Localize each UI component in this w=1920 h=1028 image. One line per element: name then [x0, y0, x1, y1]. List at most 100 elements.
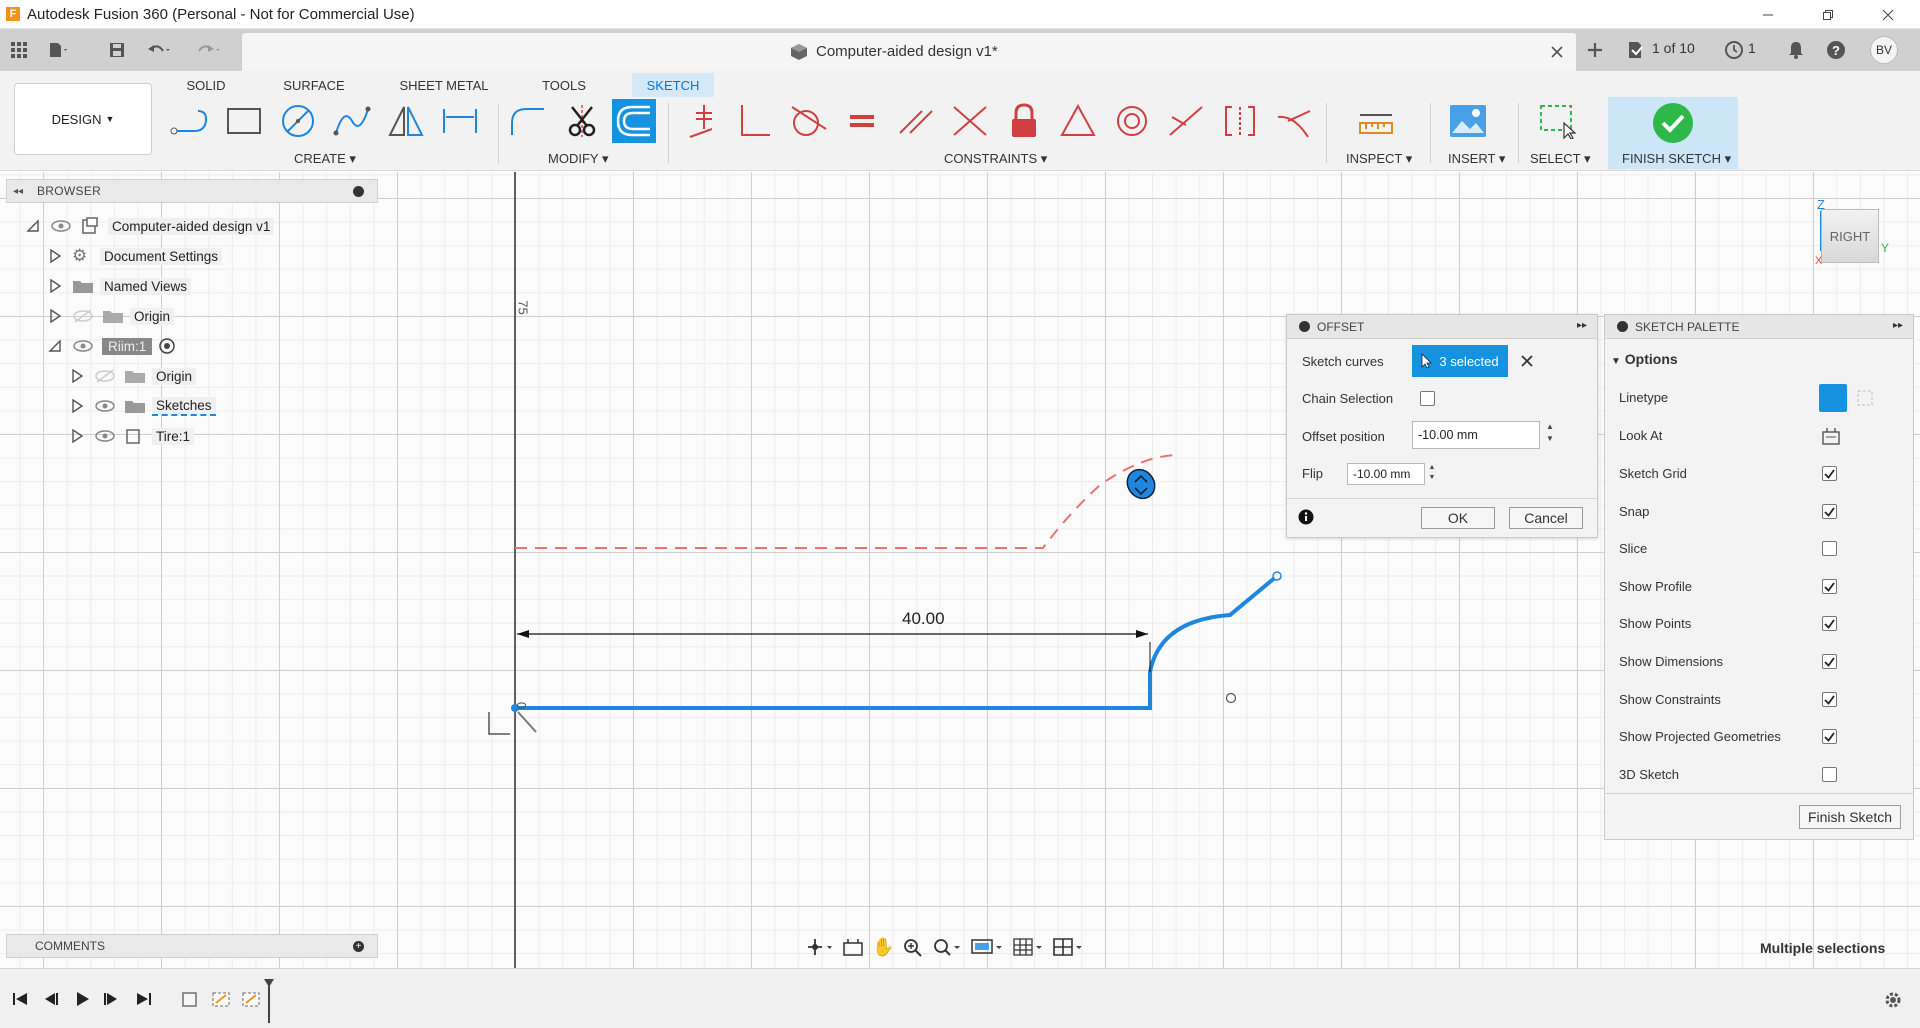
finish-sketch-button[interactable]: FINISH SKETCH ▾ [1608, 97, 1738, 169]
orbit-icon[interactable] [806, 937, 834, 957]
palette-option-checkbox[interactable] [1822, 466, 1837, 481]
palette-option-checkbox[interactable] [1822, 654, 1837, 669]
rectangle-tool-icon[interactable] [222, 99, 266, 143]
ok-button[interactable]: OK [1421, 507, 1495, 529]
go-to-end-icon[interactable] [136, 991, 152, 1007]
perpendicular-constraint-icon[interactable] [734, 99, 778, 143]
create-menu[interactable]: CREATE ▾ [294, 151, 356, 167]
step-back-icon[interactable] [42, 991, 58, 1007]
look-at-view-icon[interactable] [842, 937, 864, 957]
palette-option-checkbox[interactable] [1822, 541, 1837, 557]
eye-icon[interactable] [50, 218, 72, 234]
tab-solid[interactable]: SOLID [176, 73, 236, 97]
offset-stepper[interactable]: ▲ ▼ [1543, 421, 1557, 449]
equal-constraint-icon[interactable] [840, 99, 884, 143]
insert-image-icon[interactable] [1446, 99, 1490, 143]
line-tool-icon[interactable] [168, 99, 212, 143]
curvature-constraint-icon[interactable] [1272, 99, 1316, 143]
timeline-sketch-icon[interactable] [210, 989, 234, 1009]
look-at-icon[interactable] [1822, 427, 1840, 445]
zoom-icon[interactable] [902, 937, 924, 957]
hidden-eye-icon[interactable] [72, 308, 94, 324]
concentric-constraint-icon[interactable] [1110, 99, 1154, 143]
go-to-start-icon[interactable] [12, 991, 28, 1007]
dialog-minimize-icon[interactable] [1299, 321, 1310, 332]
circle-tool-icon[interactable] [276, 99, 320, 143]
tree-item-document-settings[interactable]: ⚙ Document Settings [20, 243, 380, 269]
offset-dialog-header[interactable]: OFFSET ▸▸ [1287, 315, 1597, 339]
tab-sheet-metal[interactable]: SHEET METAL [394, 73, 494, 97]
options-section-toggle[interactable]: ▼ Options [1611, 351, 1678, 367]
tree-item-root[interactable]: Computer-aided design v1 [20, 213, 380, 239]
browser-panel-header[interactable]: ◂◂ BROWSER [6, 179, 378, 203]
clear-selection-icon[interactable] [1521, 355, 1533, 367]
coincident-constraint-icon[interactable] [680, 99, 724, 143]
eye-icon[interactable] [72, 338, 94, 354]
mirror-tool-icon[interactable] [384, 99, 428, 143]
restore-button[interactable] [1800, 0, 1856, 29]
cancel-button[interactable]: Cancel [1509, 507, 1583, 529]
flip-stepper[interactable]: ▲ ▼ [1427, 463, 1437, 485]
fit-view-icon[interactable] [932, 937, 962, 957]
step-forward-icon[interactable] [104, 991, 120, 1007]
timeline-component-icon[interactable] [180, 989, 200, 1009]
tree-item-named-views[interactable]: Named Views [20, 273, 380, 299]
jobs-count[interactable]: 1 [1748, 40, 1756, 56]
close-window-button[interactable] [1860, 0, 1916, 29]
offset-tool-icon[interactable] [612, 99, 656, 143]
midpoint-constraint-icon[interactable] [948, 99, 992, 143]
help-icon[interactable]: ? [1826, 40, 1846, 60]
palette-option-checkbox[interactable] [1822, 691, 1837, 707]
expand-palette-icon[interactable]: ▸▸ [1893, 320, 1903, 331]
dimension-tool-icon[interactable] [438, 99, 482, 143]
construction-linetype-icon[interactable] [1819, 384, 1847, 412]
sketch-palette-header[interactable]: SKETCH PALETTE ▸▸ [1605, 315, 1913, 339]
symmetry-constraint-icon[interactable] [1056, 99, 1100, 143]
collapse-panel-icon[interactable]: ◂◂ [13, 186, 23, 197]
tree-item-origin[interactable]: Origin [20, 303, 380, 329]
document-tab[interactable]: Computer-aided design v1* [242, 33, 1576, 71]
viewcube-face-right[interactable]: RIGHT [1821, 209, 1879, 263]
parallel-constraint-icon[interactable] [894, 99, 938, 143]
browser-minimize-icon[interactable] [353, 186, 364, 197]
job-status-icon[interactable] [1626, 40, 1646, 60]
sketch-curves-selector[interactable]: 3 selected [1412, 345, 1508, 377]
palette-option-checkbox[interactable] [1822, 616, 1837, 632]
viewcube[interactable]: Z RIGHT Y X [1815, 197, 1915, 287]
insert-menu[interactable]: INSERT ▾ [1448, 151, 1505, 167]
collinear-constraint-icon[interactable] [1164, 99, 1208, 143]
tab-surface[interactable]: SURFACE [276, 73, 352, 97]
tangent-constraint-icon[interactable] [786, 99, 830, 143]
redo-icon[interactable] [196, 37, 222, 63]
tree-item-sketches[interactable]: Sketches [20, 393, 380, 419]
fix-constraint-icon[interactable] [1002, 99, 1046, 143]
modify-menu[interactable]: MODIFY ▾ [548, 151, 608, 167]
grid-settings-icon[interactable] [1012, 937, 1044, 957]
tree-item-tire[interactable]: Tire:1 [20, 423, 380, 449]
finish-sketch-palette-button[interactable]: Finish Sketch [1799, 805, 1901, 829]
viewports-icon[interactable] [1052, 937, 1084, 957]
palette-option-checkbox[interactable] [1822, 578, 1837, 594]
eye-icon[interactable] [94, 428, 116, 444]
palette-option-checkbox[interactable] [1822, 766, 1837, 782]
trim-tool-icon[interactable] [560, 99, 604, 143]
close-tab-icon[interactable] [1550, 45, 1564, 59]
activate-component-icon[interactable] [158, 337, 176, 355]
inspect-menu[interactable]: INSPECT ▾ [1346, 151, 1412, 167]
user-avatar[interactable]: BV [1870, 36, 1898, 64]
palette-minimize-icon[interactable] [1617, 321, 1628, 332]
workspace-switcher[interactable]: DESIGN ▼ [14, 83, 152, 155]
tab-sketch[interactable]: SKETCH [632, 73, 714, 97]
palette-option-checkbox[interactable] [1822, 503, 1837, 519]
dimension-value[interactable]: 40.00 [902, 609, 945, 629]
centerline-linetype-icon[interactable] [1857, 390, 1873, 406]
hidden-eye-icon[interactable] [94, 368, 116, 384]
eye-icon[interactable] [94, 398, 116, 414]
undo-icon[interactable] [146, 37, 172, 63]
offset-position-input[interactable]: -10.00 mm [1412, 421, 1540, 449]
fillet-tool-icon[interactable] [506, 99, 550, 143]
notification-bell-icon[interactable] [1786, 40, 1806, 60]
horizontal-vertical-constraint-icon[interactable] [1218, 99, 1262, 143]
pan-hand-icon[interactable]: ✋ [872, 937, 894, 958]
tab-tools[interactable]: TOOLS [534, 73, 594, 97]
